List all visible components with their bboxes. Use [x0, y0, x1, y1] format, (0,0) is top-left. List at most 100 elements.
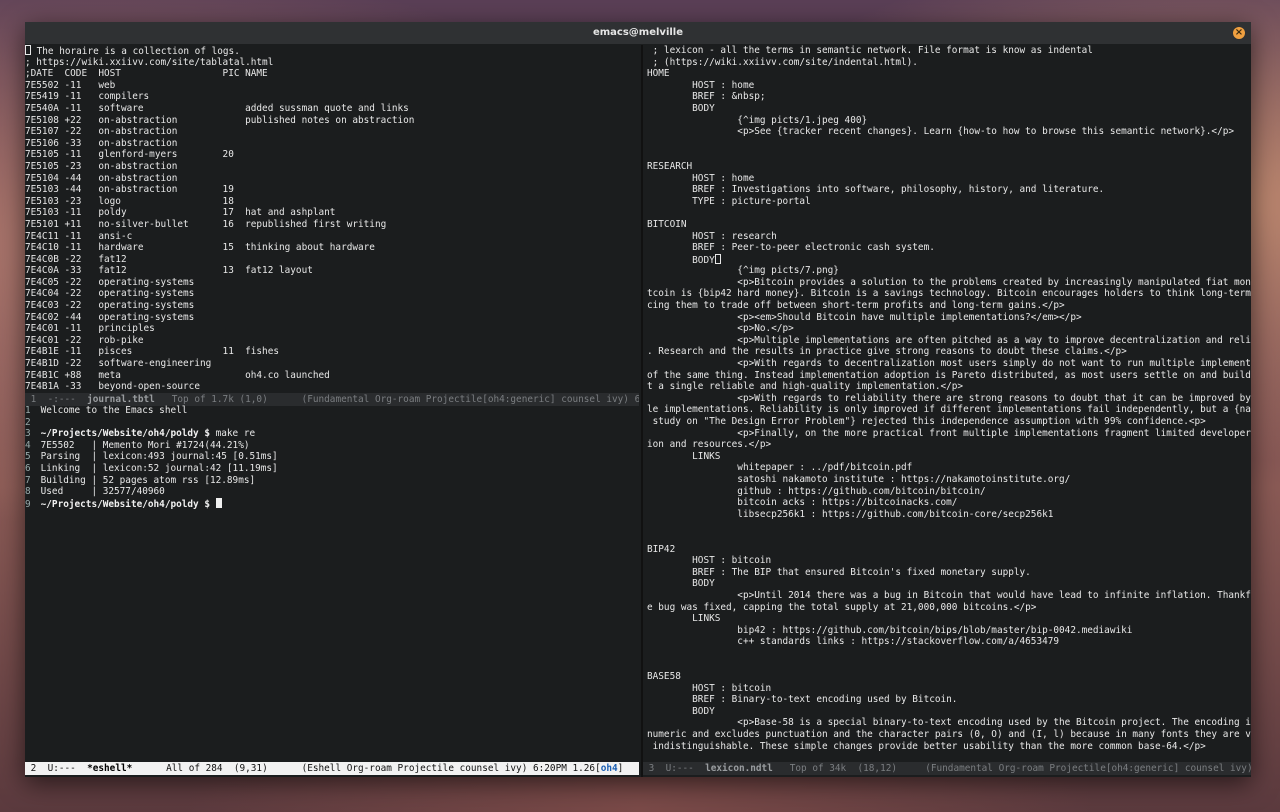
- lexicon-line-text: <p>Bitcoin provides a solution to the pr…: [647, 276, 1251, 288]
- journal-line-text: 7E5107 -22 on-abstraction: [25, 126, 178, 138]
- lexicon-line-text: BIP42: [647, 543, 676, 555]
- lexicon-line: [647, 659, 1251, 671]
- lexicon-line-text: BREF : &nbsp;: [647, 91, 766, 103]
- eshell-line: 4 7E5502 | Memento Mori #1724(44.21%): [25, 440, 639, 452]
- modeline-project-name: oh4: [600, 763, 618, 774]
- lexicon-line-text: HOME: [647, 68, 670, 80]
- lexicon-line: [647, 520, 1251, 532]
- lexicon-line: BIP42: [647, 544, 1251, 556]
- journal-line-text: 7E4B1D -22 software-engineering: [25, 358, 212, 370]
- line-number: 6: [25, 462, 31, 474]
- journal-line: 7E5103 -23 logo 18: [25, 196, 639, 208]
- journal-line: 7E4C10 -11 hardware 15 thinking about ha…: [25, 242, 639, 254]
- journal-line-text: 7E4C0A -33 fat12 13 fat12 layout: [25, 265, 313, 277]
- lexicon-line: [647, 149, 1251, 161]
- lexicon-line: satoshi nakamoto institute : https://nak…: [647, 474, 1251, 486]
- lexicon-line-text: HOST : research: [647, 230, 777, 242]
- lexicon-line: ; (https://wiki.xxiivv.com/site/indental…: [647, 57, 1251, 69]
- lexicon-line: <p>With regards to reliability there are…: [647, 393, 1251, 405]
- eshell-line: 2: [25, 417, 639, 429]
- cursor-icon: [215, 497, 222, 508]
- lexicon-line-text: LINKS: [647, 613, 721, 625]
- lexicon-line-text: ion and resources.</p>: [647, 439, 772, 451]
- close-icon[interactable]: ×: [1233, 27, 1245, 39]
- modeline-prefix: 1 -:---: [25, 394, 88, 405]
- lexicon-line: numeric and excludes punctuation and the…: [647, 729, 1251, 741]
- lexicon-line: <p>Bitcoin provides a solution to the pr…: [647, 277, 1251, 289]
- lexicon-line: indistinguishable. These simple changes …: [647, 741, 1251, 753]
- line-number: 5: [25, 451, 31, 463]
- lexicon-line-text: <p><em>Should Bitcoin have multiple impl…: [647, 311, 1082, 323]
- eshell-line-text: Building | 52 pages atom rss [12.89ms]: [35, 474, 256, 486]
- lexicon-line-text: libsecp256k1 : https://github.com/bitcoi…: [647, 508, 1054, 520]
- emacs-window: emacs@melville × The horaire is a collec…: [25, 22, 1251, 777]
- lexicon-line-text: satoshi nakamoto institute : https://nak…: [647, 473, 1071, 485]
- journal-line-text: 7E4C02 -44 operating-systems: [25, 311, 195, 323]
- lexicon-line-text: HOST : home: [647, 79, 755, 91]
- window-divider[interactable]: [641, 45, 643, 777]
- lexicon-line-text: BODY: [647, 102, 715, 114]
- journal-line-text: 7E540A -11 software added sussman quote …: [25, 102, 409, 114]
- journal-line-text: 7E4C05 -22 operating-systems: [25, 276, 195, 288]
- lexicon-line: whitepaper : ../pdf/bitcoin.pdf: [647, 462, 1251, 474]
- lexicon-line: ion and resources.</p>: [647, 439, 1251, 451]
- lexicon-line: <p>See {tracker recent changes}. Learn {…: [647, 126, 1251, 138]
- lexicon-line: tcoin is {bip42 hard money}. Bitcoin is …: [647, 288, 1251, 300]
- lexicon-line: BODY: [647, 103, 1251, 115]
- eshell-line-text: make re: [209, 428, 256, 440]
- lexicon-line: HOST : home: [647, 173, 1251, 185]
- journal-line-text: The horaire is a collection of logs.: [31, 46, 240, 57]
- lexicon-line: <p><em>Should Bitcoin have multiple impl…: [647, 312, 1251, 324]
- eshell-buffer[interactable]: 1 Welcome to the Emacs shell 2 3 ~/Project…: [25, 405, 639, 762]
- lexicon-line: HOST : home: [647, 80, 1251, 92]
- window-titlebar[interactable]: emacs@melville ×: [25, 22, 1251, 44]
- lexicon-line: of the same thing. Instead implementatio…: [647, 370, 1251, 382]
- journal-line: 7E4C04 -22 operating-systems: [25, 288, 639, 300]
- journal-line-text: 7E4C03 -22 operating-systems: [25, 300, 195, 312]
- lexicon-line-text: <p>Until 2014 there was a bug in Bitcoin…: [647, 589, 1251, 601]
- lexicon-line: libsecp256k1 : https://github.com/bitcoi…: [647, 509, 1251, 521]
- cursor-icon: [714, 253, 721, 264]
- eshell-line: 3 ~/Projects/Website/oh4/poldy $ make re: [25, 428, 639, 440]
- lexicon-line-text: bip42 : https://github.com/bitcoin/bips/…: [647, 624, 1133, 636]
- lexicon-line-text: <p>Finally, on the more practical front …: [647, 427, 1251, 439]
- lexicon-buffer[interactable]: ; lexicon - all the terms in semantic ne…: [647, 45, 1251, 762]
- eshell-line-text: Welcome to the Emacs shell: [35, 405, 188, 416]
- lexicon-line: <p>With regards to decentralization most…: [647, 358, 1251, 370]
- journal-buffer[interactable]: The horaire is a collection of logs.; ht…: [25, 45, 639, 393]
- lexicon-line-text: RESEARCH: [647, 160, 693, 172]
- lexicon-line-text: tcoin is {bip42 hard money}. Bitcoin is …: [647, 288, 1251, 300]
- lexicon-line: HOME: [647, 68, 1251, 80]
- lexicon-line: [647, 207, 1251, 219]
- lexicon-line-text: TYPE : picture-portal: [647, 195, 811, 207]
- modeline-buffer-name: journal.tbtl: [87, 394, 155, 405]
- lexicon-line-text: BODY: [647, 254, 715, 266]
- lexicon-line: TYPE : picture-portal: [647, 196, 1251, 208]
- lexicon-line-text: BASE58: [647, 671, 681, 683]
- lexicon-line: LINKS: [647, 613, 1251, 625]
- journal-line-text: 7E4C11 -11 ansi-c: [25, 230, 133, 242]
- lexicon-line: HOST : bitcoin: [647, 683, 1251, 695]
- journal-line-text: 7E4C10 -11 hardware 15 thinking about ha…: [25, 242, 375, 254]
- lexicon-line: <p>Until 2014 there was a bug in Bitcoin…: [647, 590, 1251, 602]
- lexicon-line: BITCOIN: [647, 219, 1251, 231]
- lexicon-line: e bug was fixed, capping the total suppl…: [647, 602, 1251, 614]
- lexicon-line-text: le implementations. Reliability is only …: [647, 404, 1251, 416]
- lexicon-line-text: ; (https://wiki.xxiivv.com/site/indental…: [647, 56, 918, 68]
- lexicon-line-text: {^img picts/7.png}: [647, 265, 839, 277]
- lexicon-line-text: e bug was fixed, capping the total suppl…: [647, 601, 1037, 613]
- journal-line: 7E5107 -22 on-abstraction: [25, 126, 639, 138]
- lexicon-modeline: 3 U:--- lexicon.ndtl Top of 34k (18,12) …: [643, 762, 1251, 775]
- journal-line-text: 7E4B1E -11 pisces 11 fishes: [25, 346, 279, 358]
- lexicon-line-text: <p>With regards to reliability there are…: [647, 392, 1251, 404]
- journal-line: 7E5104 -44 on-abstraction: [25, 173, 639, 185]
- journal-line: 7E5103 -44 on-abstraction 19: [25, 184, 639, 196]
- lexicon-line: BREF : Peer-to-peer electronic cash syst…: [647, 242, 1251, 254]
- shell-prompt: ~/Projects/Website/oh4/poldy $: [35, 428, 210, 440]
- journal-line: ; https://wiki.xxiivv.com/site/tablatal.…: [25, 57, 639, 69]
- modeline-buffer-name: *eshell*: [87, 763, 133, 774]
- journal-line: 7E4C02 -44 operating-systems: [25, 312, 639, 324]
- lexicon-line: study on "The Design Error Problem"} rej…: [647, 416, 1251, 428]
- modeline-prefix: 3 U:---: [643, 763, 706, 774]
- line-number: 9: [25, 498, 31, 510]
